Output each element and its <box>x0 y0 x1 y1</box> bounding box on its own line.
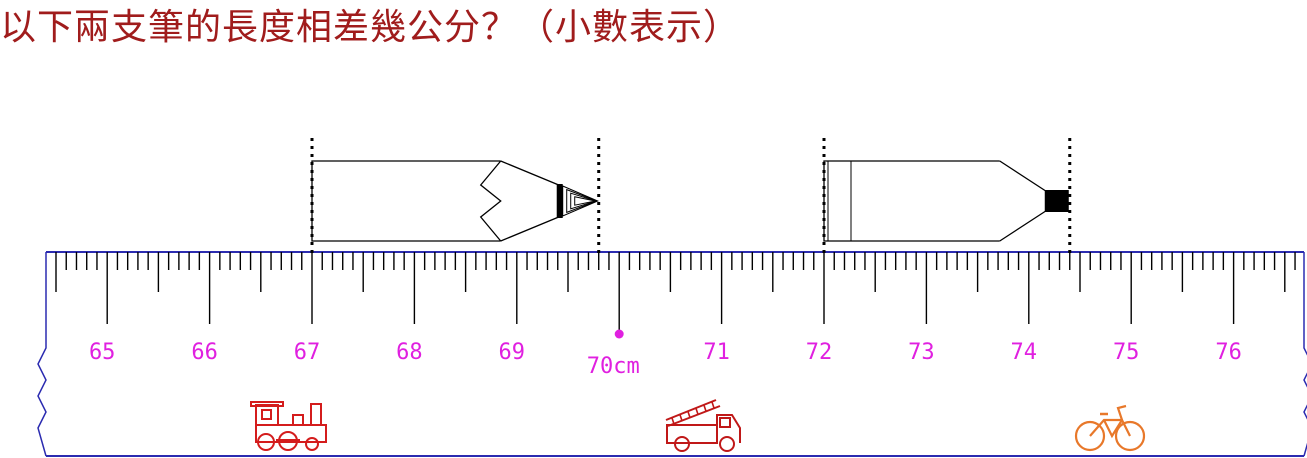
pencil-cone-top <box>500 160 559 186</box>
measure-guides <box>310 138 1072 254</box>
pencil <box>311 160 599 242</box>
pencil-cone-bottom <box>500 216 559 242</box>
cm-label: 65 <box>89 340 116 365</box>
pencil-band <box>556 184 563 218</box>
pen-neck-top <box>999 160 1047 192</box>
highlight-dot <box>614 329 624 339</box>
marker-pen <box>823 160 1069 242</box>
cm-label: 69 <box>499 340 526 365</box>
cm-label: 75 <box>1113 340 1140 365</box>
cm-label: 74 <box>1011 340 1038 365</box>
cm-label: 72 <box>806 340 833 365</box>
pencil-body <box>311 160 501 242</box>
cm-label: 76 <box>1215 340 1242 365</box>
measurement-diagram: 65 66 67 68 69 70cm 71 72 73 74 75 76 <box>37 138 1307 457</box>
cm-label: 68 <box>396 340 423 365</box>
label-highlight: 70cm <box>587 354 640 379</box>
pen-body <box>823 160 1000 242</box>
cm-label: 73 <box>908 340 935 365</box>
cm-label: 66 <box>191 340 218 365</box>
pen-tip <box>1044 190 1069 212</box>
pencil-wood-edge <box>479 160 502 242</box>
cm-label: 71 <box>703 340 730 365</box>
cm-label: 67 <box>294 340 321 365</box>
pen-neck-bottom <box>999 210 1047 242</box>
